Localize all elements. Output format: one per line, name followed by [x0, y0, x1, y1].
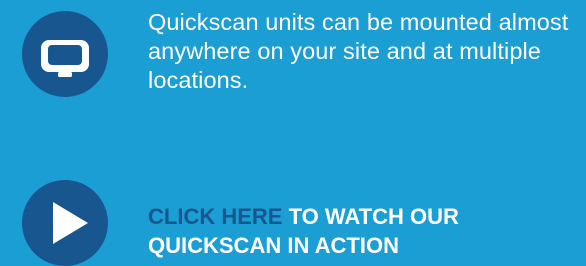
monitor-icon-circle: [22, 11, 108, 97]
feature-description: Quickscan units can be mounted almost an…: [148, 9, 569, 93]
cta-text-line1: TO WATCH OUR: [282, 204, 459, 229]
monitor-icon: [41, 40, 89, 77]
play-button[interactable]: [22, 180, 108, 266]
play-icon: [53, 202, 88, 244]
cta-text-line2: QUICKSCAN IN ACTION: [148, 233, 399, 258]
click-here-link[interactable]: CLICK HERE: [148, 204, 282, 229]
watch-video-cta: CLICK HERE TO WATCH OUR QUICKSCAN IN ACT…: [148, 202, 580, 260]
